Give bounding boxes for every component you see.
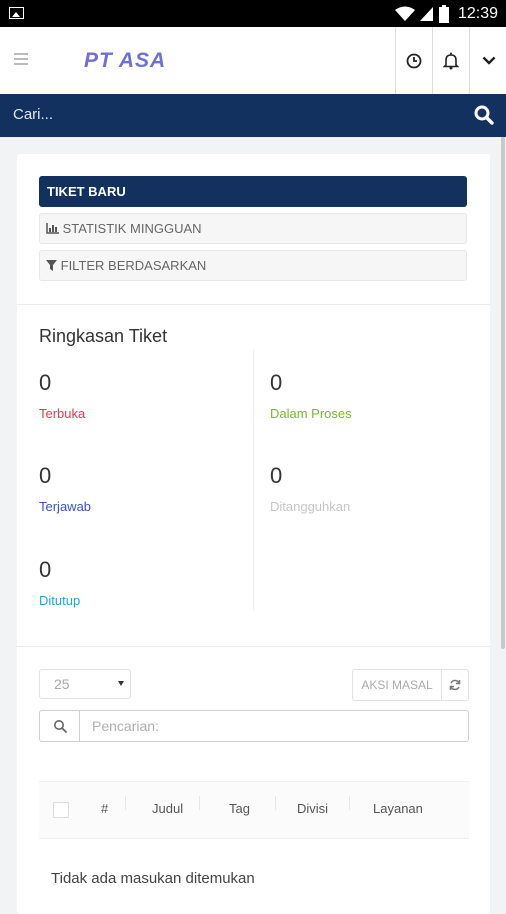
col-service[interactable]: Layanan [373, 801, 423, 816]
brand-logo: PT ASA [84, 49, 167, 72]
col-number[interactable]: # [101, 801, 108, 816]
stat-in-progress-label: Dalam Proses [270, 406, 352, 421]
cell-signal-icon [419, 7, 433, 21]
hamburger-menu-icon[interactable] [14, 53, 28, 68]
filter-by-label: FILTER BERDASARKAN [60, 258, 207, 273]
global-search-input[interactable]: Cari... [13, 106, 53, 123]
caret-down-icon [118, 681, 124, 686]
table-search-input[interactable]: Pencarian: [92, 718, 159, 734]
page-scrollbar[interactable] [501, 137, 505, 649]
weekly-stats-label: STATISTIK MINGGUAN [62, 221, 202, 236]
global-search-bar[interactable]: Cari... [0, 94, 506, 137]
refresh-button[interactable] [441, 669, 469, 701]
weekly-stats-button[interactable]: STATISTIK MINGGUAN [39, 213, 467, 244]
column-separator [275, 796, 276, 810]
bar-chart-icon [46, 223, 59, 234]
stat-in-progress[interactable]: 0 Dalam Proses [270, 370, 470, 421]
chevron-down-icon [482, 56, 495, 65]
table-header: # Judul Tag Divisi Layanan [39, 781, 469, 839]
main-card: TIKET BARU STATISTIK MINGGUAN FILTER BER… [17, 154, 490, 914]
search-icon[interactable] [472, 103, 496, 127]
stat-on-hold-label: Ditangguhkan [270, 499, 351, 514]
search-icon [53, 720, 67, 733]
stat-closed-label: Ditutup [39, 593, 81, 608]
stat-on-hold-count: 0 [270, 463, 283, 488]
divider [17, 304, 490, 305]
empty-table-message: Tidak ada masukan ditemukan [51, 870, 255, 887]
filter-by-button[interactable]: FILTER BERDASARKAN [39, 250, 467, 281]
stat-open-label: Terbuka [39, 406, 86, 421]
stat-closed[interactable]: 0 Ditutup [39, 557, 239, 608]
stat-in-progress-count: 0 [270, 370, 283, 395]
bell-icon [443, 52, 459, 69]
stat-open-count: 0 [39, 370, 52, 395]
col-division[interactable]: Divisi [297, 801, 328, 816]
stat-answered-count: 0 [39, 463, 52, 488]
summary-column-divider [253, 349, 254, 611]
table-search-icon-box [40, 711, 80, 741]
ticket-summary-title: Ringkasan Tiket [39, 326, 168, 346]
page-size-select[interactable]: 25 [39, 669, 131, 699]
new-ticket-button[interactable]: TIKET BARU [39, 176, 467, 207]
status-bar: 12:39 [0, 0, 506, 27]
battery-icon [438, 5, 449, 23]
column-separator [125, 796, 126, 810]
refresh-icon [449, 679, 461, 691]
history-button[interactable] [395, 27, 432, 94]
stat-answered[interactable]: 0 Terjawab [39, 463, 239, 514]
column-separator [349, 796, 350, 810]
stat-on-hold[interactable]: 0 Ditangguhkan [270, 463, 470, 514]
clock: 12:39 [457, 5, 498, 22]
col-title[interactable]: Judul [152, 801, 183, 816]
select-all-checkbox[interactable] [53, 802, 69, 818]
column-separator [199, 796, 200, 810]
filter-icon [46, 260, 57, 271]
wifi-icon [394, 6, 415, 21]
stat-closed-count: 0 [39, 557, 52, 582]
clock-icon [406, 53, 422, 68]
bulk-action-button[interactable]: AKSI MASAL [352, 669, 442, 701]
col-tag[interactable]: Tag [229, 801, 250, 816]
notifications-button[interactable] [432, 27, 469, 94]
stat-answered-label: Terjawab [39, 499, 92, 514]
page-size-value: 25 [54, 676, 70, 692]
image-notification-icon [9, 7, 24, 19]
app-header: PT ASA [0, 27, 506, 94]
stat-open[interactable]: 0 Terbuka [39, 370, 239, 421]
account-dropdown-button[interactable] [469, 27, 506, 94]
divider [17, 646, 490, 647]
table-search-field[interactable]: Pencarian: [39, 710, 469, 742]
